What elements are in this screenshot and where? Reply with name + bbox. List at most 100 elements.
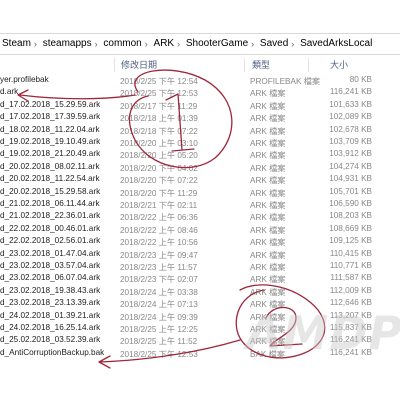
file-date: 2018/2/25 上午 12:25 [120,325,198,334]
column-header-type[interactable]: 類型 [252,58,270,71]
file-size: 104,931 KB [329,174,372,184]
watermark: AMDPS [246,306,400,360]
file-type: ARK 檔案 [250,213,286,223]
file-date: 2018/2/22 上午 10:56 [120,238,198,248]
file-date: 2018/2/24 上午 03:38 [120,287,198,297]
file-date: 2018/2/20 下午 07:22 [120,176,198,186]
file-row[interactable]: d_23.02.2018_06.07.04.ark 2018/2/23 下午 02… [0,273,400,285]
file-row[interactable]: d_19.02.2018_21.20.49.ark 2018/2/20 上午 05… [0,149,400,161]
file-name: d_19.02.2018_21.20.49.ark [0,149,101,159]
address-bar[interactable]: Steam › steamapps › common › ARK › ShooterGa… [0,33,400,55]
file-date: 2018/2/18 下午 07:22 [120,126,198,136]
file-row[interactable]: d_20.02.2018_08.02.11.ark 2018/2/20 下午 04… [0,162,400,174]
file-type: PROFILEBAK 檔案 [250,77,321,86]
file-size: 111,587 KB [330,273,372,283]
file-date: 2018/2/23 上午 09:47 [120,250,198,260]
file-name: d_23.02.2018_23.13.39.ark [0,298,101,308]
file-row[interactable]: d_20.02.2018_15.29.58.ark 2018/2/20 下午 11… [0,187,400,199]
file-size: 105,701 KB [329,186,372,196]
column-divider[interactable] [114,58,115,72]
breadcrumb-savedarkslocal[interactable]: SavedArksLocal [300,38,372,49]
file-type: ARK 檔案 [250,114,286,124]
file-name: d_24.02.2018_01.39.21.ark [0,310,101,320]
window-top-area [0,0,400,30]
file-type: ARK 檔案 [250,139,286,148]
file-type: ARK 檔案 [250,101,286,111]
file-size: 110,415 KB [329,248,372,258]
file-size: 104,274 KB [329,161,372,171]
file-row[interactable]: d_21.02.2018_06.11.44.ark 2018/2/21 下午 02… [0,199,400,211]
file-row[interactable]: d.ark 2018/2/25 下午 12:53 ARK 檔案 116,241 KB [0,87,400,99]
file-type: ARK 檔案 [250,188,286,198]
file-size: 108,203 KB [329,211,372,221]
file-row[interactable]: d_19.02.2018_19.10.49.ark 2018/2/20 上午 03… [0,137,400,149]
file-row[interactable] [0,360,400,372]
file-name: d_17.02.2018_17.39.59.ark [0,112,101,122]
file-date: 2018/2/21 下午 02:11 [120,201,198,210]
file-type: ARK 檔案 [250,287,286,297]
file-name: d_25.02.2018_03.52.39.ark [0,335,101,345]
file-date: 2018/2/25 上午 11:52 [120,337,198,347]
file-name: d_17.02.2018_15.29.59.ark [0,99,101,109]
file-name: d_18.02.2018_11.22.04.ark [0,124,100,134]
file-row[interactable]: d_22.02.2018_00.46.01.ark 2018/2/22 上午 08… [0,224,400,236]
file-name: d_21.02.2018_06.11.44.ark [0,199,100,208]
breadcrumb-saved[interactable]: Saved [260,38,288,49]
file-row[interactable]: d_20.02.2018_11.22.54.ark 2018/2/20 下午 07… [0,174,400,186]
file-size: 103,709 KB [329,137,372,146]
file-row[interactable]: d_23.02.2018_03.57.04.ark 2018/2/23 上午 11… [0,261,400,273]
chevron-right-icon: › [291,38,295,49]
column-header-size[interactable]: 大小 [330,58,348,71]
file-row[interactable]: d_18.02.2018_11.22.04.ark 2018/2/18 下午 07… [0,125,400,137]
column-divider[interactable] [308,58,309,72]
breadcrumb: Steam › steamapps › common › ARK › ShooterGa… [2,38,372,49]
chevron-right-icon: › [94,38,98,49]
file-date: 2018/2/23 上午 11:57 [120,263,198,272]
file-row[interactable]: d_22.02.2018_02.56.01.ark 2018/2/22 上午 10… [0,236,400,248]
file-name: d_22.02.2018_00.46.01.ark [0,223,101,233]
file-date: 2018/2/25 下午 12:53 [120,89,198,99]
chevron-right-icon: › [33,38,37,49]
file-date: 2018/2/20 下午 11:29 [120,188,198,198]
file-date: 2018/2/22 上午 06:36 [120,213,198,223]
breadcrumb-common[interactable]: common [103,38,141,49]
file-name: d_23.02.2018_03.57.04.ark [0,261,101,270]
file-size: 102,089 KB [329,112,372,122]
file-type: ARK 檔案 [250,225,286,235]
file-date: 2018/2/25 下午 12:54 [120,77,198,86]
chevron-right-icon: › [177,38,181,49]
file-name: d_23.02.2018_19.38.43.ark [0,285,101,295]
file-date: 2018/2/20 上午 05:20 [120,151,198,161]
breadcrumb-shootergame[interactable]: ShooterGame [186,38,248,49]
file-size: 112,009 KB [329,285,372,295]
file-date: 2018/2/25 下午 12:53 [120,349,198,359]
breadcrumb-steam[interactable]: Steam [2,38,31,49]
file-name: yer.profilebak [0,75,49,84]
file-size: 110,771 KB [329,261,372,270]
file-name: d_20.02.2018_08.02.11.ark [0,161,100,171]
file-row[interactable]: d_21.02.2018_22.36.01.ark 2018/2/22 上午 06… [0,211,400,223]
file-name: d_22.02.2018_02.56.01.ark [0,236,101,246]
chevron-right-icon: › [251,38,255,49]
file-type: ARK 檔案 [250,201,286,210]
column-header-date[interactable]: 修改日期 [121,58,157,71]
file-size: 80 KB [349,75,372,84]
file-row[interactable]: yer.profilebak 2018/2/25 下午 12:54 PROFILEB… [0,75,400,87]
file-name: d.ark [0,87,19,97]
file-row[interactable]: d_17.02.2018_15.29.59.ark 2018/2/17 下午 11… [0,100,400,112]
file-row[interactable]: d_23.02.2018_19.38.43.ark 2018/2/24 上午 03… [0,286,400,298]
file-row[interactable]: d_17.02.2018_17.39.59.ark 2018/2/18 上午 01… [0,112,400,124]
file-row[interactable]: d_23.02.2018_01.47.04.ark 2018/2/23 上午 09… [0,249,400,261]
breadcrumb-ark[interactable]: ARK [154,38,175,49]
file-date: 2018/2/20 上午 03:10 [120,139,198,148]
column-headers: 修改日期 類型 大小 [0,57,400,72]
file-size: 106,590 KB [329,199,372,208]
file-size: 108,669 KB [329,223,372,233]
column-divider[interactable] [244,58,245,72]
file-date: 2018/2/24 上午 09:39 [120,312,198,322]
file-name: d_20.02.2018_15.29.58.ark [0,186,101,196]
file-type: ARK 檔案 [250,89,286,99]
file-date: 2018/2/18 上午 01:39 [120,114,198,124]
breadcrumb-steamapps[interactable]: steamapps [43,38,92,49]
file-name: d_21.02.2018_22.36.01.ark [0,211,101,221]
